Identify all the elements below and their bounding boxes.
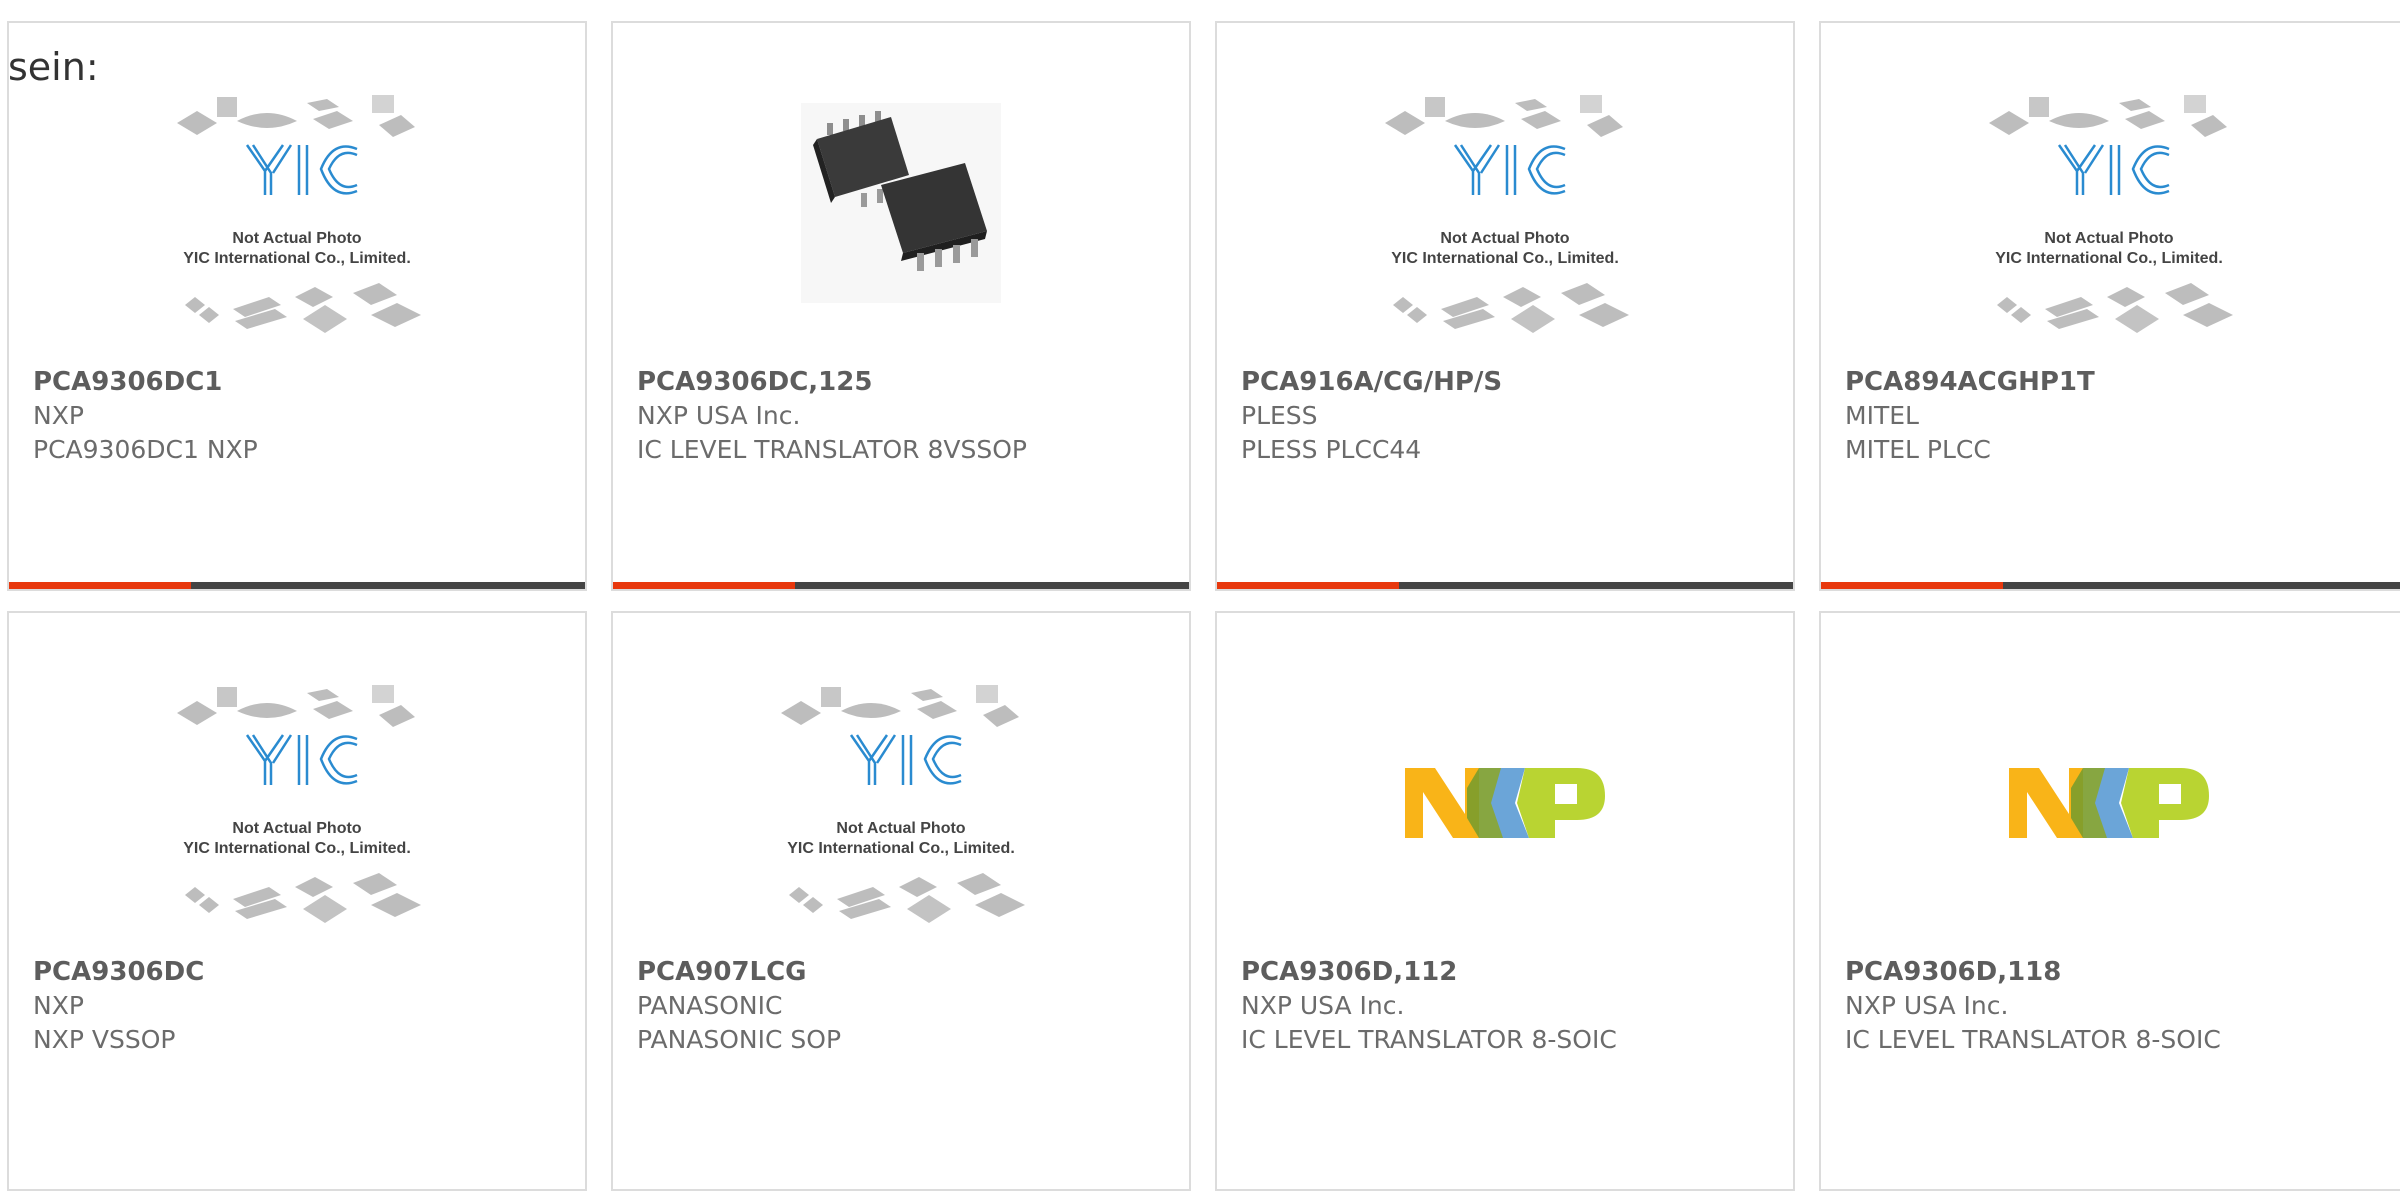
product-manufacturer: NXP	[33, 991, 84, 1020]
card-accent-bar	[613, 582, 795, 589]
product-description: MITEL PLCC	[1845, 435, 1991, 464]
intro-text: sein:	[8, 45, 99, 89]
product-manufacturer: NXP	[33, 401, 84, 430]
card-accent-bar	[1217, 582, 1399, 589]
placeholder-line1: Not Actual Photo	[1440, 230, 1569, 247]
product-description: PANASONIC SOP	[637, 1025, 842, 1054]
nxp-logo-image	[1821, 673, 2397, 973]
product-card[interactable]: Not Actual Photo YIC International Co., …	[7, 21, 587, 591]
product-card[interactable]: Not Actual Photo YIC International Co., …	[1215, 21, 1795, 591]
yic-placeholder-image: Not Actual Photo YIC International Co., …	[9, 673, 585, 973]
product-description: IC LEVEL TRANSLATOR 8VSSOP	[637, 435, 1028, 464]
product-part-number[interactable]: PCA916A/CG/HP/S	[1241, 365, 1783, 399]
product-card[interactable]: Not Actual Photo YIC International Co., …	[7, 611, 587, 1191]
product-card[interactable]: PCA9306DC,125 NXP USA Inc. IC LEVEL TRAN…	[611, 21, 1191, 591]
card-bottom-bar	[613, 582, 1189, 589]
vssop-chip-image	[613, 83, 1189, 383]
product-description: PCA9306DC1 NXP	[33, 435, 258, 464]
product-manufacturer: NXP USA Inc.	[1241, 991, 1405, 1020]
card-bottom-bar	[1217, 582, 1793, 589]
placeholder-line2: YIC International Co., Limited.	[183, 250, 411, 267]
placeholder-line2: YIC International Co., Limited.	[183, 840, 411, 857]
placeholder-line2: YIC International Co., Limited.	[1995, 250, 2223, 267]
product-description: IC LEVEL TRANSLATOR 8-SOIC	[1845, 1025, 2221, 1054]
yic-placeholder-image: Not Actual Photo YIC International Co., …	[613, 673, 1189, 973]
product-part-number[interactable]: PCA907LCG	[637, 955, 1179, 989]
placeholder-line2: YIC International Co., Limited.	[787, 840, 1015, 857]
product-manufacturer: NXP USA Inc.	[637, 401, 801, 430]
product-part-number[interactable]: PCA9306D,118	[1845, 955, 2400, 989]
placeholder-line1: Not Actual Photo	[836, 820, 965, 837]
product-part-number[interactable]: PCA9306DC,125	[637, 365, 1179, 399]
product-card[interactable]: PCA9306D,118 NXP USA Inc. IC LEVEL TRANS…	[1819, 611, 2400, 1191]
product-description: IC LEVEL TRANSLATOR 8-SOIC	[1241, 1025, 1617, 1054]
product-card[interactable]: PCA9306D,112 NXP USA Inc. IC LEVEL TRANS…	[1215, 611, 1795, 1191]
product-manufacturer: MITEL	[1845, 401, 1919, 430]
product-description: PLESS PLCC44	[1241, 435, 1422, 464]
product-manufacturer: PANASONIC	[637, 991, 783, 1020]
product-card[interactable]: Not Actual Photo YIC International Co., …	[611, 611, 1191, 1191]
card-accent-bar	[1821, 582, 2003, 589]
product-part-number[interactable]: PCA9306D,112	[1241, 955, 1783, 989]
product-part-number[interactable]: PCA9306DC1	[33, 365, 575, 399]
yic-placeholder-image: Not Actual Photo YIC International Co., …	[9, 83, 585, 383]
product-card[interactable]: Not Actual Photo YIC International Co., …	[1819, 21, 2400, 591]
placeholder-line2: YIC International Co., Limited.	[1391, 250, 1619, 267]
product-part-number[interactable]: PCA894ACGHP1T	[1845, 365, 2400, 399]
placeholder-line1: Not Actual Photo	[232, 230, 361, 247]
nxp-logo-image	[1217, 673, 1793, 973]
card-accent-bar	[9, 582, 191, 589]
card-bottom-bar	[1821, 582, 2400, 589]
placeholder-line1: Not Actual Photo	[232, 820, 361, 837]
product-part-number[interactable]: PCA9306DC	[33, 955, 575, 989]
yic-placeholder-image: Not Actual Photo YIC International Co., …	[1217, 83, 1793, 383]
card-bottom-bar	[9, 582, 585, 589]
product-manufacturer: PLESS	[1241, 401, 1318, 430]
placeholder-line1: Not Actual Photo	[2044, 230, 2173, 247]
product-description: NXP VSSOP	[33, 1025, 176, 1054]
yic-placeholder-image: Not Actual Photo YIC International Co., …	[1821, 83, 2397, 383]
product-manufacturer: NXP USA Inc.	[1845, 991, 2009, 1020]
